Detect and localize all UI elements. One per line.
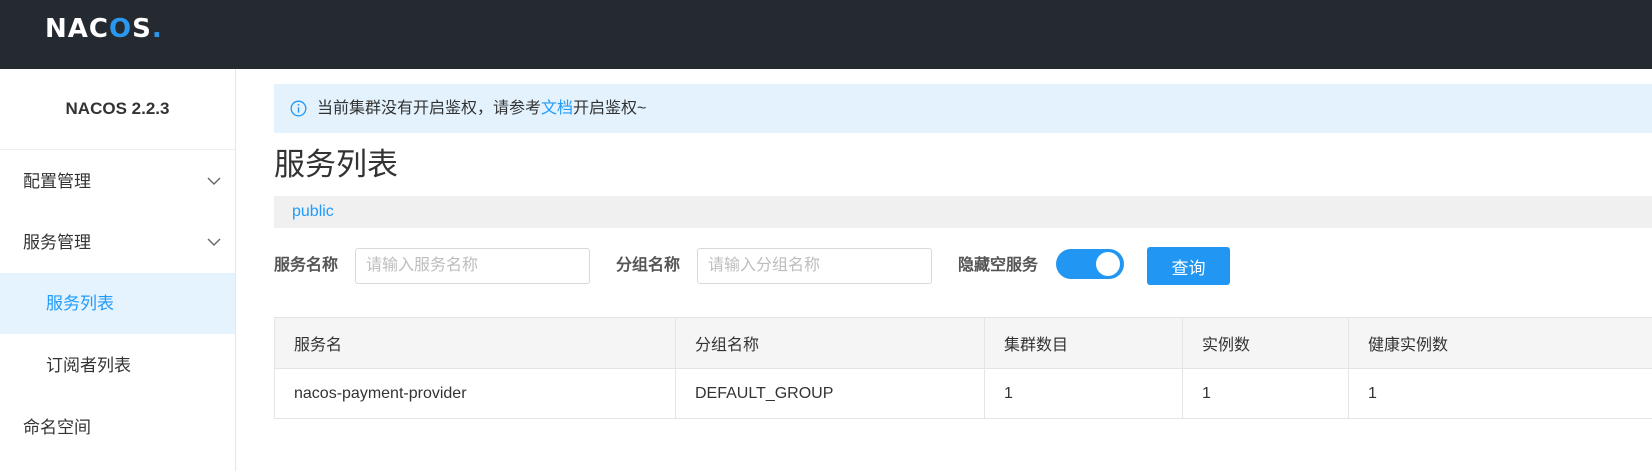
chevron-down-icon [207, 177, 221, 185]
namespace-item-public[interactable]: public [292, 196, 334, 228]
query-button[interactable]: 查询 [1147, 247, 1230, 285]
version-label: NACOS 2.2.3 [0, 69, 235, 150]
service-name-input[interactable] [355, 248, 590, 284]
cell-instance-count: 1 [1182, 368, 1349, 419]
hide-empty-services-label: 隐藏空服务 [958, 257, 1039, 274]
table-header-row: 服务名 分组名称 集群数目 实例数 健康实例数 [274, 317, 1652, 369]
column-header-cluster-count[interactable]: 集群数目 [984, 317, 1183, 369]
docs-link[interactable]: 文档 [541, 100, 573, 117]
info-icon [290, 100, 307, 117]
column-header-service-name[interactable]: 服务名 [274, 317, 676, 369]
logo-text-main: NAC [45, 14, 109, 44]
group-name-input[interactable] [697, 248, 932, 284]
top-bar: NACOS. [0, 0, 1652, 69]
logo-text-tail: S [132, 14, 152, 44]
notice-prefix: 当前集群没有开启鉴权，请参考 [317, 100, 542, 117]
auth-notice-banner: 当前集群没有开启鉴权，请参考文档开启鉴权~ [274, 84, 1652, 133]
chevron-down-icon [207, 238, 221, 246]
sidebar: NACOS 2.2.3 配置管理 服务管理 服务列表 订阅者列表 命名空间 [0, 69, 236, 471]
column-header-group-name[interactable]: 分组名称 [675, 317, 985, 369]
service-name-label: 服务名称 [274, 257, 339, 274]
sidebar-item-service-management[interactable]: 服务管理 [0, 212, 235, 273]
sidebar-item-config-management[interactable]: 配置管理 [0, 151, 235, 212]
logo-dot: . [151, 14, 163, 44]
namespace-bar: public [274, 196, 1652, 228]
sidebar-item-label: 订阅者列表 [46, 356, 131, 375]
cell-group-name: DEFAULT_GROUP [675, 368, 985, 419]
hide-empty-services-toggle[interactable] [1056, 249, 1124, 279]
column-header-healthy-instance-count[interactable]: 健康实例数 [1348, 317, 1652, 369]
sidebar-item-label: 配置管理 [23, 172, 91, 191]
page-title: 服务列表 [274, 147, 398, 182]
nacos-logo[interactable]: NACOS. [45, 12, 163, 46]
sidebar-item-label: 命名空间 [23, 418, 91, 437]
main-content: 当前集群没有开启鉴权，请参考文档开启鉴权~ 服务列表 public 服务名称 分… [274, 69, 1652, 471]
service-table: 服务名 分组名称 集群数目 实例数 健康实例数 nacos-payment-pr… [274, 317, 1652, 419]
table-row[interactable]: nacos-payment-provider DEFAULT_GROUP 1 1… [274, 368, 1652, 419]
cell-service-name: nacos-payment-provider [274, 368, 676, 419]
notice-suffix: 开启鉴权~ [573, 100, 647, 117]
sidebar-item-service-list[interactable]: 服务列表 [0, 273, 235, 334]
notice-text: 当前集群没有开启鉴权，请参考文档开启鉴权~ [317, 84, 646, 133]
group-name-label: 分组名称 [616, 257, 681, 274]
sidebar-item-subscriber-list[interactable]: 订阅者列表 [0, 335, 235, 396]
cell-healthy-instance-count: 1 [1348, 368, 1652, 419]
sidebar-item-namespace[interactable]: 命名空间 [0, 397, 235, 458]
cell-cluster-count: 1 [984, 368, 1183, 419]
sidebar-item-label: 服务列表 [46, 294, 114, 313]
column-header-instance-count[interactable]: 实例数 [1182, 317, 1349, 369]
logo-text-accent: O [108, 14, 133, 44]
toggle-knob [1096, 252, 1120, 276]
sidebar-item-label: 服务管理 [23, 233, 91, 252]
